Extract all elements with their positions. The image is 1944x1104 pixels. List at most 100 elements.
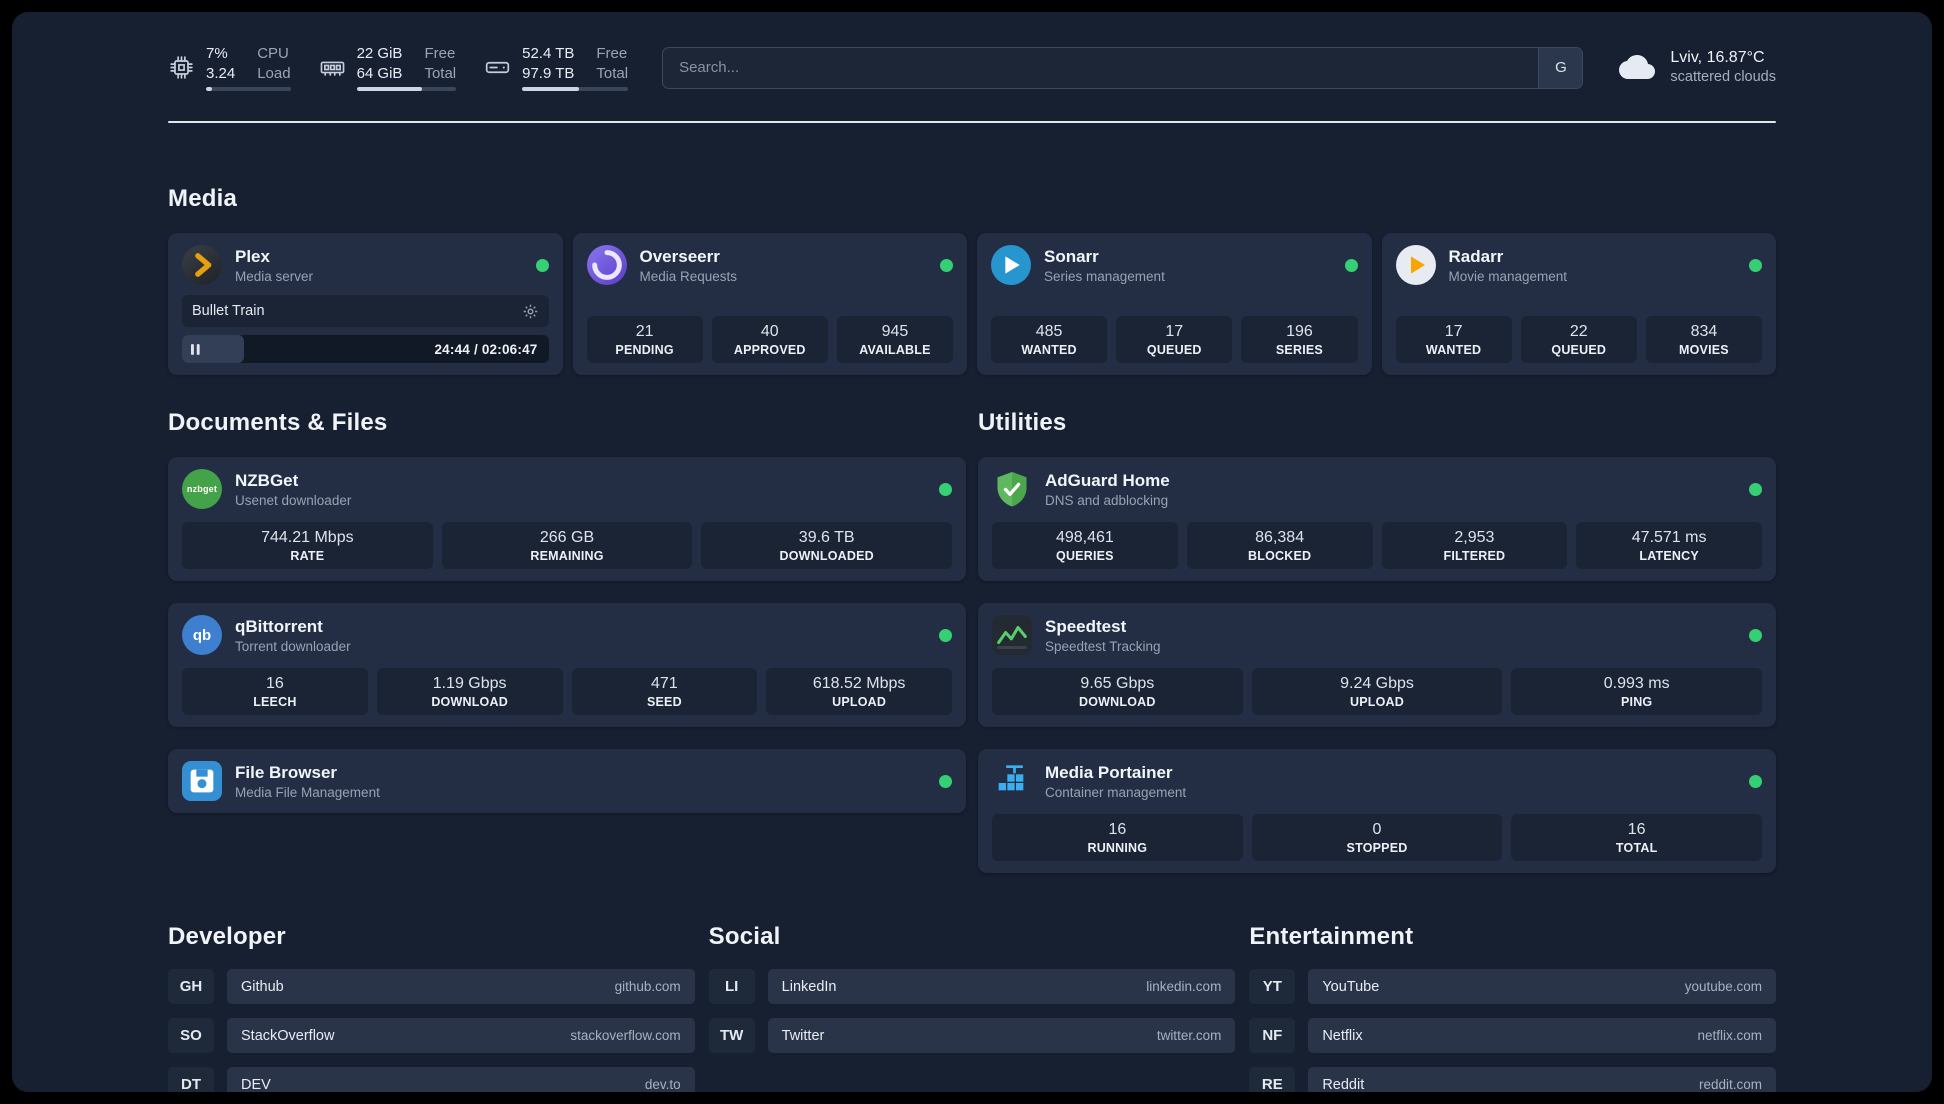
stat-value: 834 — [1690, 322, 1718, 340]
adguard-icon — [992, 469, 1032, 509]
stat-value: 2,953 — [1454, 528, 1495, 546]
stat-label: STOPPED — [1346, 840, 1408, 855]
bookmark-link-youtube[interactable]: YouTube youtube.com — [1308, 969, 1776, 1004]
disk-icon — [484, 54, 511, 81]
media-grid: Plex Media server Bullet Train 24:44 / 0… — [168, 233, 1776, 375]
stat-value: 47.571 ms — [1631, 528, 1707, 546]
bookmark-abbr: YT — [1249, 969, 1296, 1004]
cpu-label: CPU — [257, 45, 289, 62]
disk-progress-fill — [522, 87, 580, 91]
playback-progress-bar[interactable]: 24:44 / 02:06:47 — [182, 335, 549, 363]
bookmark-url: youtube.com — [1684, 979, 1762, 994]
stat-tile: 9.65 Gbps DOWNLOAD — [992, 668, 1243, 715]
app-description: Speedtest Tracking — [1045, 639, 1161, 655]
disk-free-value: 52.4 TB — [522, 45, 575, 62]
bookmark-link-twitter[interactable]: Twitter twitter.com — [767, 1018, 1236, 1053]
bookmarks-sections: Developer GH Github github.com SO StackO… — [168, 923, 1776, 1092]
section-title-entertainment: Entertainment — [1249, 923, 1414, 950]
cloud-icon — [1617, 52, 1657, 82]
bookmark-url: linkedin.com — [1146, 979, 1222, 994]
stat-value: 86,384 — [1255, 528, 1305, 546]
cpu-load-value: 3.24 — [206, 64, 236, 82]
stat-tile: 744.21 Mbps RATE — [182, 522, 433, 569]
bookmark-link-linkedin[interactable]: LinkedIn linkedin.com — [767, 969, 1236, 1004]
cpu-progress-bar — [206, 87, 291, 91]
bookmark-abbr: DT — [168, 1067, 214, 1092]
stat-value: 196 — [1286, 322, 1313, 340]
stat-value: 485 — [1035, 322, 1063, 340]
now-playing-row: Bullet Train — [182, 295, 549, 327]
stat-tile: 22 QUEUED — [1520, 316, 1637, 363]
utilities-section: Utilities AdGuard Home DNS and adblockin… — [978, 409, 1776, 873]
stat-label: QUEUED — [1551, 342, 1607, 357]
stat-value: 21 — [635, 322, 654, 340]
stat-label: LATENCY — [1639, 548, 1699, 563]
app-card-qbittorrent[interactable]: qb qBittorrent Torrent downloader 16 LEE… — [168, 603, 966, 727]
app-description: Usenet downloader — [235, 493, 352, 509]
bookmark-link-netflix[interactable]: Netflix netflix.com — [1308, 1018, 1776, 1053]
bookmark-abbr: GH — [168, 969, 214, 1004]
app-name: Sonarr — [1044, 246, 1099, 266]
radarr-icon — [1395, 245, 1436, 285]
bookmark-name: Twitter — [781, 1027, 825, 1044]
bookmark-url: reddit.com — [1698, 1077, 1762, 1092]
bookmark-link-stackoverflow[interactable]: StackOverflow stackoverflow.com — [227, 1018, 695, 1053]
app-card-nzbget[interactable]: nzbget NZBGet Usenet downloader 744.21 M… — [168, 457, 966, 581]
stat-value: 618.52 Mbps — [812, 674, 906, 692]
stat-label: DOWNLOAD — [1079, 694, 1156, 709]
disk-total-label: Total — [596, 64, 629, 82]
stat-label: BLOCKED — [1248, 548, 1312, 563]
developer-section: Developer GH Github github.com SO StackO… — [168, 923, 695, 1092]
stat-value: 1.19 Gbps — [432, 674, 507, 692]
stat-value: 16 — [1108, 820, 1127, 838]
stat-tile: 21 PENDING — [586, 316, 703, 363]
section-title-documents: Documents & Files — [168, 409, 388, 436]
stat-value: 471 — [651, 674, 678, 692]
memory-free-label: Free — [424, 45, 456, 62]
bookmark-link-reddit[interactable]: Reddit reddit.com — [1308, 1067, 1776, 1092]
app-card-radarr[interactable]: Radarr Movie management 17 WANTED 22 QUE… — [1381, 233, 1776, 375]
status-dot — [1749, 774, 1762, 788]
stat-label: UPLOAD — [832, 694, 887, 709]
app-card-adguard[interactable]: AdGuard Home DNS and adblocking 498,461 … — [978, 457, 1776, 581]
stat-tile: 618.52 Mbps UPLOAD — [766, 668, 952, 715]
app-name: Plex — [235, 246, 270, 266]
search-engine-button[interactable]: G — [1538, 47, 1583, 88]
app-card-plex[interactable]: Plex Media server Bullet Train 24:44 / 0… — [168, 233, 563, 375]
bookmark-row: DT DEV dev.to — [168, 1067, 695, 1092]
bookmark-link-dev[interactable]: DEV dev.to — [227, 1067, 695, 1092]
bookmark-name: YouTube — [1322, 978, 1380, 995]
bookmark-url: netflix.com — [1697, 1028, 1762, 1043]
stat-label: UPLOAD — [1350, 694, 1404, 709]
stat-label: REMAINING — [530, 548, 604, 563]
stat-tile: 0.993 ms PING — [1511, 668, 1763, 715]
app-card-filebrowser[interactable]: File Browser Media File Management — [168, 749, 966, 813]
disk-free-label: Free — [596, 45, 628, 62]
app-card-portainer[interactable]: Media Portainer Container management 16 … — [978, 749, 1776, 873]
app-card-speedtest[interactable]: Speedtest Speedtest Tracking 9.65 Gbps D… — [978, 603, 1776, 727]
app-card-overseerr[interactable]: Overseerr Media Requests 21 PENDING 40 A… — [572, 233, 967, 375]
app-name: NZBGet — [235, 470, 299, 490]
bookmark-row: LI LinkedIn linkedin.com — [708, 969, 1236, 1004]
gear-icon[interactable] — [522, 303, 539, 320]
stat-label: WANTED — [1425, 342, 1482, 357]
bookmark-link-github[interactable]: Github github.com — [227, 969, 695, 1004]
cpu-load-label: Load — [257, 64, 291, 82]
media-section: Media Plex Media server Bullet Train 24:… — [168, 185, 1776, 375]
stat-value: 40 — [760, 322, 779, 340]
search-bar[interactable]: G — [662, 46, 1584, 89]
bookmark-url: dev.to — [644, 1077, 681, 1092]
stat-label: PING — [1620, 694, 1653, 709]
pause-icon[interactable] — [191, 343, 200, 355]
playback-progress-fill — [182, 335, 245, 363]
stat-tile: 0 STOPPED — [1251, 814, 1503, 861]
app-card-sonarr[interactable]: Sonarr Series management 485 WANTED 17 Q… — [977, 233, 1372, 375]
stat-tile: 17 QUEUED — [1116, 316, 1233, 363]
search-input[interactable] — [663, 47, 1539, 88]
bookmark-row: TW Twitter twitter.com — [708, 1018, 1236, 1053]
bookmark-url: github.com — [614, 979, 681, 994]
filebrowser-icon — [182, 761, 222, 801]
bookmark-name: Github — [241, 978, 284, 995]
stat-value: 9.24 Gbps — [1340, 674, 1414, 692]
bookmark-url: twitter.com — [1156, 1028, 1222, 1043]
